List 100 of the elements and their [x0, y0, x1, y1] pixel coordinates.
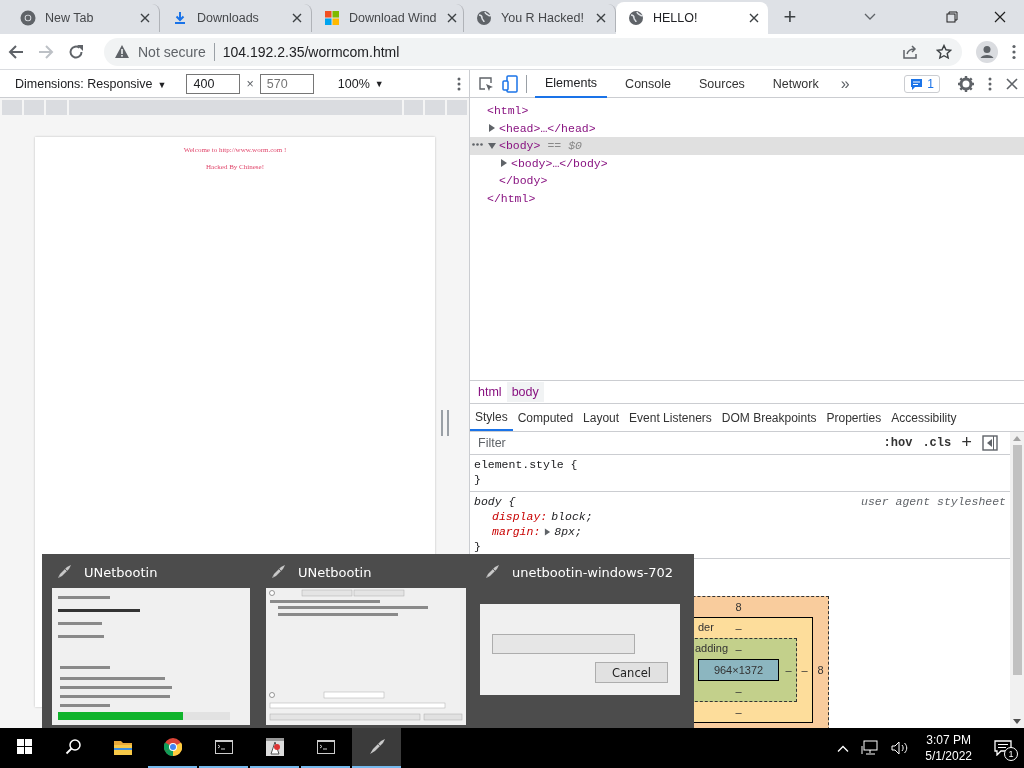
restore-icon[interactable] — [946, 11, 958, 23]
close-icon[interactable] — [291, 12, 303, 24]
device-toolbar-icon[interactable] — [502, 74, 518, 93]
start-icon — [15, 738, 34, 756]
security-label: Not secure — [138, 43, 206, 60]
folder-icon — [113, 738, 132, 756]
browser-tab[interactable]: New Tab — [8, 4, 160, 32]
breadcrumb[interactable]: html — [473, 382, 507, 402]
inspect-icon[interactable] — [478, 75, 494, 92]
browser-logo-icon — [163, 738, 182, 756]
dialog-window[interactable]: Cancel — [480, 604, 680, 695]
text-field[interactable] — [492, 634, 635, 654]
issues-button[interactable]: 1 — [904, 74, 940, 93]
closing-tag: </html> — [470, 189, 1024, 207]
close-icon[interactable] — [445, 12, 458, 24]
rocket-icon — [56, 564, 72, 580]
styles-tab[interactable]: Computed — [512, 404, 579, 431]
expand-arrow-icon[interactable] — [500, 159, 508, 168]
styles-tab[interactable]: Event Listeners — [624, 404, 717, 431]
menu-icon[interactable] — [1012, 43, 1016, 60]
notification-icon[interactable] — [994, 740, 1012, 756]
close-icon[interactable] — [994, 11, 1006, 23]
expand-arrow-icon[interactable] — [544, 527, 552, 536]
dimension-field[interactable]: 400 — [186, 73, 241, 94]
profile-icon[interactable] — [976, 40, 998, 63]
window-title[interactable]: unetbootin-windows-702 — [512, 564, 673, 580]
dom-node[interactable]: <body> == $0 — [470, 137, 1024, 155]
network-icon[interactable] — [861, 740, 880, 756]
menu-icon[interactable] — [457, 76, 461, 91]
time-text: 3:07 PM — [925, 732, 972, 748]
devtools-tab[interactable]: Elements — [535, 70, 608, 98]
add-rule-button[interactable]: + — [961, 433, 972, 453]
close-icon[interactable] — [139, 12, 151, 24]
ellipsis-icon[interactable] — [472, 143, 483, 146]
box-model-label: adding — [695, 642, 729, 654]
scrollbar[interactable] — [1010, 432, 1024, 728]
resize-handle[interactable] — [441, 410, 449, 436]
devtools-tab[interactable]: Console — [615, 70, 681, 98]
cancel-button[interactable]: Cancel — [595, 662, 668, 683]
css-selector: body { — [474, 494, 516, 509]
stylesheet-source[interactable]: user agent stylesheet — [861, 494, 1006, 509]
dom-node[interactable]: <html> — [470, 102, 1024, 120]
chevron-down-icon[interactable] — [864, 13, 876, 21]
new-tab-button[interactable]: + — [776, 4, 804, 30]
browser-tab[interactable]: HELLO! — [616, 2, 768, 34]
scroll-down-icon[interactable] — [1013, 719, 1021, 724]
box-model-value: – — [735, 643, 742, 655]
dom-node[interactable]: <body>…</body> — [470, 154, 1024, 172]
browser-tab[interactable]: Downloads — [160, 4, 312, 32]
chevron-up-icon[interactable] — [837, 744, 850, 752]
rocket-icon — [484, 564, 500, 580]
more-tabs-button[interactable]: » — [840, 74, 850, 93]
message-icon — [910, 77, 924, 90]
styles-tab[interactable]: Accessibility — [886, 404, 962, 431]
box-model-content: 964×1372 — [698, 659, 779, 681]
breadcrumb[interactable]: body — [506, 382, 544, 402]
terminal-icon — [316, 738, 335, 756]
css-value: block; — [551, 509, 593, 524]
url-text: 104.192.2.35/wormcom.html — [222, 43, 400, 60]
terminal-icon — [214, 738, 233, 756]
devtools-tab[interactable]: Sources — [689, 70, 755, 98]
closing-brace: } — [474, 473, 481, 486]
times-label: × — [246, 76, 254, 91]
expand-arrow-icon[interactable] — [488, 124, 496, 133]
dimension-field[interactable]: 570 — [259, 73, 314, 94]
reload-icon[interactable] — [68, 43, 84, 60]
share-icon[interactable] — [902, 43, 918, 60]
styles-tab[interactable]: Layout — [578, 404, 625, 431]
star-icon[interactable] — [936, 43, 952, 60]
menu-icon[interactable] — [988, 76, 992, 91]
window-app-icon — [265, 738, 284, 756]
settings-icon[interactable] — [958, 75, 974, 92]
devtools-tab[interactable]: Network — [762, 70, 829, 98]
box-model-value: – — [735, 685, 742, 697]
closing-tag: </body> — [470, 172, 1024, 190]
styles-tab[interactable]: Styles — [470, 404, 513, 431]
dimensions-dropdown[interactable]: Dimensions: Responsive ▼ — [15, 76, 167, 91]
cls-button[interactable]: .cls — [922, 436, 952, 450]
sidebar-toggle-icon[interactable] — [982, 435, 998, 451]
box-model-value: – — [785, 664, 792, 676]
close-icon[interactable] — [748, 12, 760, 24]
notification-badge: 1 — [1004, 747, 1018, 761]
hov-button[interactable]: :hov — [883, 436, 913, 450]
dom-node[interactable]: <head>…</head> — [470, 119, 1024, 137]
address-bar[interactable]: Not secure 104.192.2.35/wormcom.html — [104, 37, 962, 66]
collapse-arrow-icon[interactable] — [488, 141, 496, 150]
box-model-value: – — [735, 622, 742, 634]
zoom-dropdown[interactable]: 100% ▼ — [337, 76, 384, 91]
box-model-label: der — [698, 621, 714, 633]
window-title[interactable]: UNetbootin — [84, 564, 158, 580]
back-icon[interactable] — [8, 43, 24, 60]
styles-tab[interactable]: DOM Breakpoints — [716, 404, 822, 431]
volume-icon[interactable] — [891, 740, 910, 756]
close-icon[interactable] — [595, 12, 607, 24]
browser-tab[interactable]: Download Wind — [312, 4, 464, 32]
window-title[interactable]: UNetbootin — [298, 564, 372, 580]
clock[interactable]: 3:07 PM 5/1/2022 — [925, 732, 972, 764]
close-icon[interactable] — [1006, 77, 1018, 90]
styles-tab[interactable]: Properties — [821, 404, 887, 431]
browser-logo-icon — [20, 10, 36, 26]
